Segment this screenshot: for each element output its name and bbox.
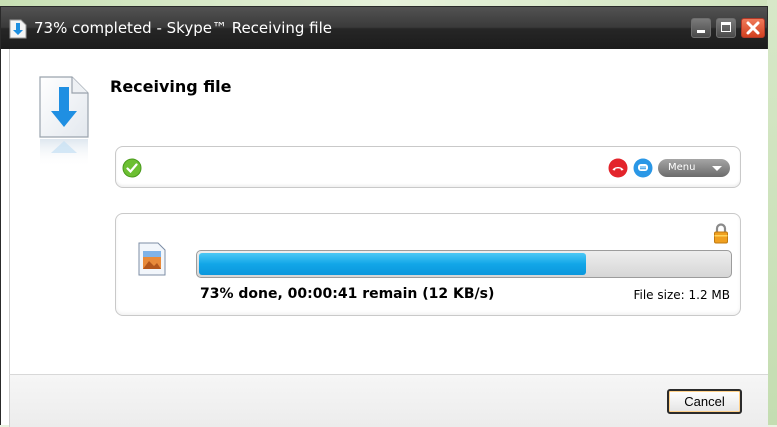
file-size-label: File size: 1.2 MB (633, 288, 730, 302)
progress-bar (196, 250, 732, 278)
maximize-button[interactable] (716, 18, 736, 38)
close-icon (746, 21, 760, 35)
progress-status-text: 73% done, 00:00:41 remain (12 KB/s) (200, 286, 495, 302)
dialog-footer: Cancel (9, 374, 768, 427)
contact-bar: Menu (115, 146, 741, 188)
dialog-content: Receiving file Menu 73% done, 00:00:41 r… (9, 49, 768, 374)
download-arrow-icon (9, 19, 27, 39)
lock-icon (714, 223, 728, 244)
chat-icon[interactable] (633, 158, 653, 178)
cancel-button[interactable]: Cancel (667, 389, 742, 414)
end-call-icon[interactable] (608, 158, 628, 178)
window-title: 73% completed - Skype™ Receiving file (34, 19, 333, 37)
minimize-button[interactable] (691, 18, 711, 38)
menu-button-label: Menu (668, 162, 696, 173)
desktop-background-right (767, 0, 777, 425)
menu-button[interactable]: Menu (658, 159, 730, 177)
image-file-icon (138, 242, 166, 276)
title-bar[interactable]: 73% completed - Skype™ Receiving file (1, 7, 767, 49)
skype-online-status-icon[interactable] (122, 158, 142, 178)
progress-bar-fill (199, 253, 586, 275)
file-transfer-window: 73% completed - Skype™ Receiving file Re… (0, 6, 768, 427)
file-download-icon (39, 76, 89, 167)
transfer-panel: 73% done, 00:00:41 remain (12 KB/s) File… (115, 213, 741, 316)
close-button[interactable] (741, 18, 765, 38)
chevron-down-icon (712, 166, 722, 171)
page-title: Receiving file (110, 77, 232, 96)
